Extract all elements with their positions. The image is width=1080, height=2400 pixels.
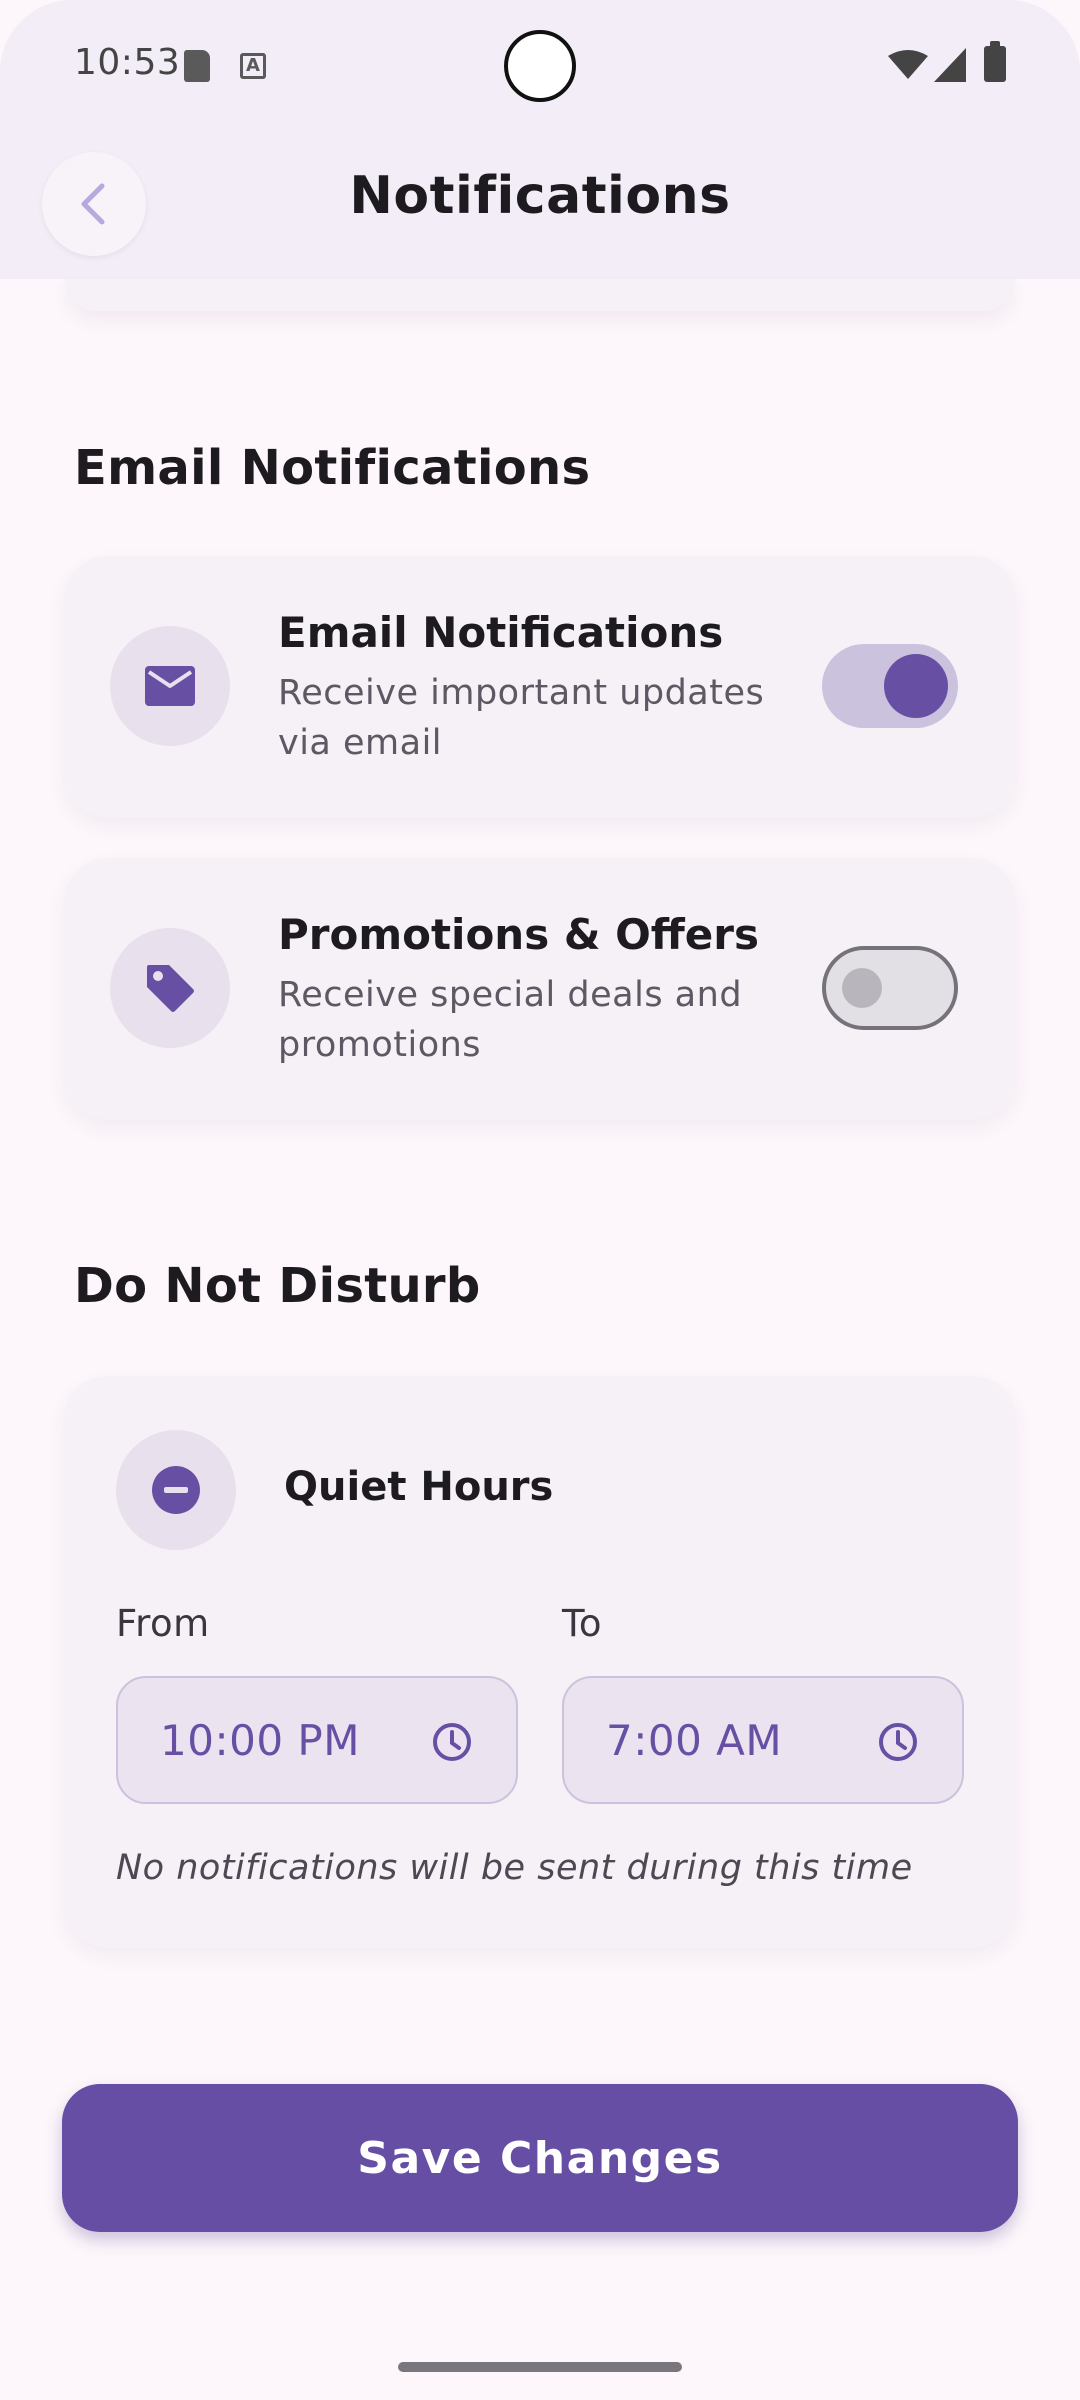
clock-icon xyxy=(879,1723,917,1761)
promotions-toggle[interactable] xyxy=(822,946,958,1030)
promotions-title: Promotions & Offers xyxy=(278,910,759,959)
home-indicator[interactable] xyxy=(398,2362,682,2372)
from-time-field[interactable]: 10:00 PM xyxy=(116,1676,518,1804)
phone-screen: 10:53 A Notifications Email Notification… xyxy=(0,0,1080,2400)
tag-icon xyxy=(147,965,194,1012)
to-time-value: 7:00 AM xyxy=(606,1716,783,1765)
toggle-knob xyxy=(842,968,882,1008)
page-title: Notifications xyxy=(349,166,731,226)
previous-card-edge xyxy=(64,279,1016,311)
to-time-field[interactable]: 7:00 AM xyxy=(562,1676,964,1804)
wifi-icon xyxy=(888,50,928,79)
email-notifications-toggle[interactable] xyxy=(822,644,958,728)
save-changes-button[interactable]: Save Changes xyxy=(62,2084,1018,2232)
tag-icon-circle xyxy=(110,928,230,1048)
promotions-card: Promotions & Offers Receive special deal… xyxy=(64,858,1016,1120)
email-notifications-description: Receive important updates via email xyxy=(278,673,765,763)
quiet-hours-icon-circle xyxy=(116,1430,236,1550)
front-camera xyxy=(504,30,576,102)
battery-icon xyxy=(984,41,1006,82)
from-label: From xyxy=(116,1602,210,1645)
toggle-knob xyxy=(884,654,948,718)
status-time: 10:53 xyxy=(74,42,181,83)
email-notifications-card: Email Notifications Receive important up… xyxy=(64,556,1016,818)
email-notifications-title: Email Notifications xyxy=(278,608,724,657)
keyboard-a-icon: A xyxy=(240,53,266,79)
section-title-dnd: Do Not Disturb xyxy=(74,1258,481,1314)
save-changes-label: Save Changes xyxy=(357,2132,723,2184)
mail-icon xyxy=(145,666,195,706)
quiet-hours-title: Quiet Hours xyxy=(284,1464,554,1510)
mail-icon-circle xyxy=(110,626,230,746)
minus-circle-icon xyxy=(152,1466,200,1514)
clock-icon xyxy=(433,1723,471,1761)
status-bar: 10:53 A xyxy=(0,0,1080,130)
promotions-description: Receive special deals and promotions xyxy=(278,975,743,1065)
from-time-value: 10:00 PM xyxy=(160,1716,360,1765)
signal-icon xyxy=(934,48,966,82)
sd-card-icon xyxy=(184,50,210,82)
section-title-email: Email Notifications xyxy=(74,440,591,496)
to-label: To xyxy=(562,1602,602,1645)
top-app-bar: 10:53 A Notifications xyxy=(0,0,1080,279)
quiet-hours-note: No notifications will be sent during thi… xyxy=(116,1848,913,1888)
